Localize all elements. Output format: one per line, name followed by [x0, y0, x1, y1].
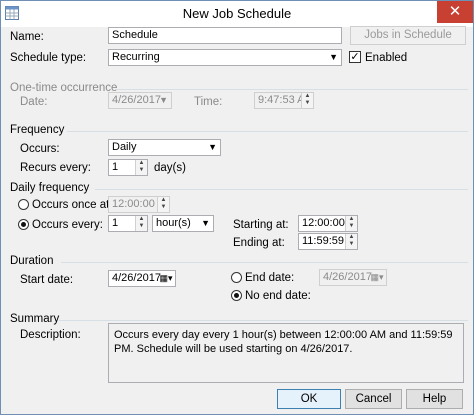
- frequency-header: Frequency: [10, 124, 65, 136]
- schedule-type-label: Schedule type:: [10, 52, 87, 64]
- once-time-spinner[interactable]: ▲ ▼: [157, 197, 169, 212]
- starting-at-input[interactable]: 12:00:00 AM ▲ ▼: [298, 215, 358, 232]
- calendar-dropdown-icon: ▦▾: [159, 273, 173, 283]
- starting-at-label: Starting at:: [233, 219, 289, 231]
- summary-divider: [59, 320, 468, 321]
- time-label: Time:: [194, 96, 223, 108]
- every-unit-select[interactable]: hour(s) ▼: [152, 215, 214, 232]
- spin-up-icon: ▲: [160, 197, 167, 203]
- daily-frequency-divider: [95, 189, 468, 190]
- no-end-date-radio[interactable]: [231, 290, 242, 301]
- cancel-button[interactable]: Cancel: [345, 389, 402, 409]
- one-time-divider: [116, 89, 468, 90]
- enabled-checkbox[interactable]: ✓: [349, 51, 361, 63]
- description-label: Description:: [20, 329, 81, 341]
- duration-header: Duration: [10, 255, 54, 267]
- help-button[interactable]: Help: [406, 389, 463, 409]
- occurs-every-input[interactable]: 1 ▲ ▼: [108, 215, 148, 232]
- one-time-date-value: 4/26/2017: [112, 94, 161, 106]
- no-end-date-label: No end date:: [245, 290, 311, 302]
- duration-divider: [61, 262, 468, 263]
- ending-spinner[interactable]: ▲ ▼: [345, 234, 357, 249]
- occurs-label: Occurs:: [20, 143, 60, 155]
- recurs-every-input[interactable]: 1 ▲ ▼: [108, 159, 148, 176]
- start-date-picker[interactable]: 4/26/2017 ▦▾: [108, 270, 176, 287]
- recurs-every-value: 1: [112, 161, 119, 173]
- spin-up-icon: ▲: [138, 160, 145, 166]
- spin-up-icon: ▲: [348, 234, 355, 240]
- spin-down-icon: ▼: [160, 204, 167, 210]
- summary-header: Summary: [10, 313, 60, 325]
- schedule-type-value: Recurring: [112, 51, 160, 63]
- occurs-once-time-input[interactable]: 12:00:00 AM ▲ ▼: [108, 196, 170, 213]
- occurs-every-label: Occurs every:: [32, 219, 103, 231]
- starting-spinner[interactable]: ▲ ▼: [345, 216, 357, 231]
- ending-at-label: Ending at:: [233, 237, 285, 249]
- daily-frequency-header: Daily frequency: [10, 182, 90, 194]
- every-unit-value: hour(s): [156, 217, 191, 229]
- spin-up-icon: ▲: [304, 93, 311, 99]
- spin-down-icon: ▼: [348, 241, 355, 247]
- new-job-schedule-dialog: New Job Schedule ✕ Name: Schedule Jobs i…: [0, 0, 474, 415]
- chevron-down-icon: ▼: [208, 142, 217, 152]
- occurs-once-radio[interactable]: [18, 199, 29, 210]
- description-textarea[interactable]: Occurs every day every 1 hour(s) between…: [108, 323, 464, 383]
- occurs-select[interactable]: Daily ▼: [108, 139, 221, 156]
- close-button[interactable]: ✕: [437, 1, 473, 23]
- calendar-dropdown-icon: ▦▾: [370, 272, 384, 282]
- name-label: Name:: [10, 31, 44, 43]
- occurs-once-label: Occurs once at:: [32, 199, 113, 211]
- spin-down-icon: ▼: [138, 167, 145, 173]
- recurs-spinner[interactable]: ▲ ▼: [135, 160, 147, 175]
- occurs-every-value: 1: [112, 217, 119, 229]
- spin-down-icon: ▼: [138, 223, 145, 229]
- chevron-down-icon: ▼: [201, 218, 210, 228]
- end-date-value: 4/26/2017: [323, 271, 372, 283]
- every-spinner[interactable]: ▲ ▼: [135, 216, 147, 231]
- schedule-type-select[interactable]: Recurring ▼: [108, 49, 342, 66]
- spin-down-icon: ▼: [304, 100, 311, 106]
- window-title: New Job Schedule: [182, 6, 292, 21]
- frequency-divider: [67, 131, 468, 132]
- enabled-label: Enabled: [365, 52, 408, 64]
- one-time-time-input[interactable]: 9:47:53 AM ▲ ▼: [254, 92, 314, 109]
- chevron-down-icon: ▼: [159, 95, 168, 105]
- occurs-value: Daily: [112, 141, 137, 153]
- end-date-radio[interactable]: [231, 272, 242, 283]
- end-date-label: End date:: [245, 272, 295, 284]
- occurs-every-radio[interactable]: [18, 219, 29, 230]
- spin-up-icon: ▲: [348, 216, 355, 222]
- time-spinner[interactable]: ▲ ▼: [301, 93, 313, 108]
- end-date-picker[interactable]: 4/26/2017 ▦▾: [319, 269, 387, 286]
- ok-button[interactable]: OK: [277, 389, 341, 409]
- start-date-value: 4/26/2017: [112, 272, 161, 284]
- one-time-date-select[interactable]: 4/26/2017 ▼: [108, 92, 172, 109]
- start-date-label: Start date:: [20, 274, 74, 286]
- ending-at-input[interactable]: 11:59:59 PM ▲ ▼: [298, 233, 358, 250]
- one-time-header: One-time occurrence: [10, 82, 118, 94]
- spin-down-icon: ▼: [348, 223, 355, 229]
- spin-up-icon: ▲: [138, 216, 145, 222]
- date-label: Date:: [20, 96, 48, 108]
- recurs-every-label: Recurs every:: [20, 162, 91, 174]
- recurs-unit-label: day(s): [154, 162, 186, 174]
- jobs-in-schedule-button[interactable]: Jobs in Schedule: [350, 26, 466, 45]
- title-bar: New Job Schedule ✕: [1, 1, 473, 27]
- name-input[interactable]: Schedule: [108, 27, 342, 44]
- chevron-down-icon: ▼: [329, 52, 338, 62]
